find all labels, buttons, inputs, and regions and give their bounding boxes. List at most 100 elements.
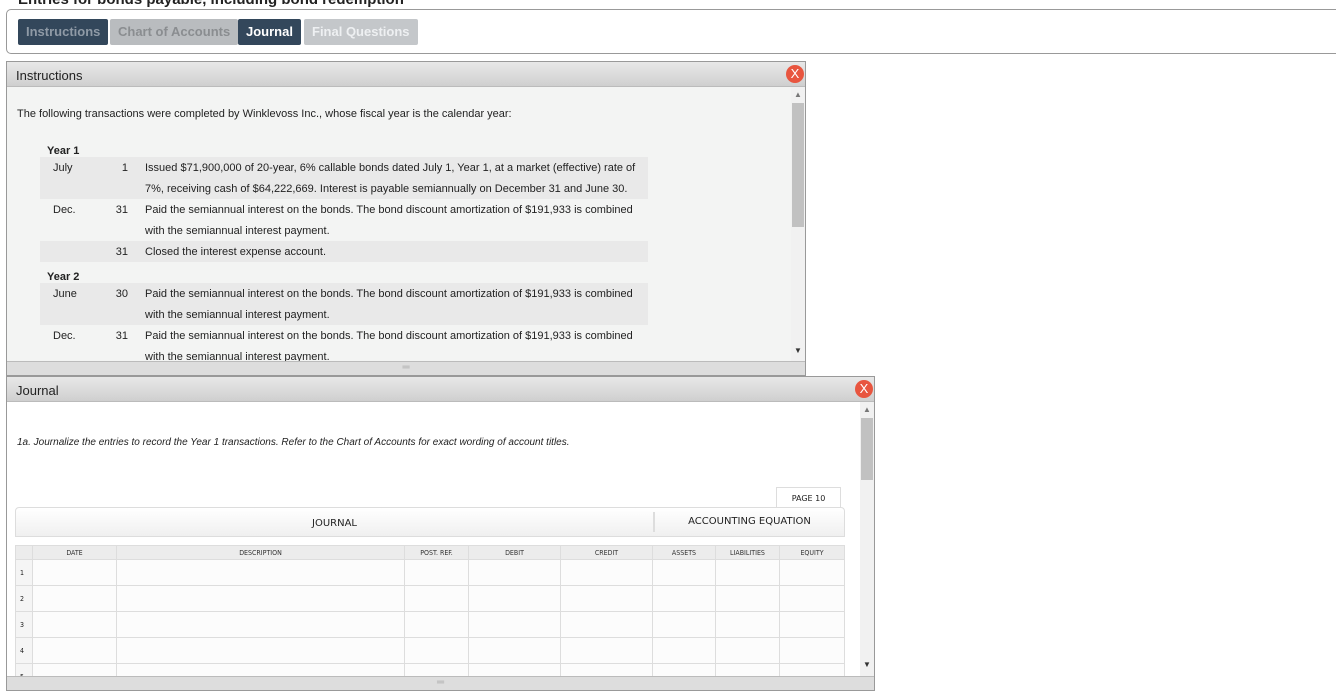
resize-handle[interactable]: ═ [7, 361, 805, 375]
cell-assets[interactable] [652, 585, 716, 612]
scroll-up-icon[interactable]: ▲ [863, 405, 871, 414]
column-header: DESCRIPTION [116, 545, 405, 560]
description: Paid the semiannual interest on the bond… [145, 204, 633, 216]
cell-equity[interactable] [779, 559, 845, 586]
page-number: PAGE 10 [776, 487, 841, 508]
cell-description[interactable] [116, 637, 405, 664]
day: 31 [115, 246, 128, 258]
cell-assets[interactable] [652, 637, 716, 664]
cell-assets[interactable] [652, 611, 716, 638]
cell-liabilities[interactable] [715, 585, 780, 612]
cell-assets[interactable] [652, 559, 716, 586]
transaction-line: July 1 Issued $71,900,000 of 20-year, 6% c… [40, 157, 648, 178]
cell-description[interactable] [116, 663, 405, 676]
close-icon[interactable]: X [855, 380, 873, 398]
column-header: DEBIT [468, 545, 561, 560]
journal-table: DATE DESCRIPTION POST. REF. DEBIT CREDIT ASSE… [15, 545, 845, 676]
transaction-line: 7%, receiving cash of $64,222,669. Inter… [40, 178, 648, 199]
cell-post-ref[interactable] [404, 585, 469, 612]
day: 31 [115, 330, 128, 342]
cell-debit[interactable] [468, 663, 561, 676]
cell-credit[interactable] [560, 663, 653, 676]
description: Closed the interest expense account. [145, 246, 327, 258]
cell-liabilities[interactable] [715, 663, 780, 676]
cell-credit[interactable] [560, 585, 653, 612]
transaction-line: June 30 Paid the semiannual interest on th… [40, 283, 648, 304]
cell-post-ref[interactable] [404, 559, 469, 586]
cell-post-ref[interactable] [404, 637, 469, 664]
month: June [53, 288, 77, 300]
cell-assets[interactable] [652, 663, 716, 676]
cell-description[interactable] [116, 611, 405, 638]
cell-description[interactable] [116, 585, 405, 612]
tab-journal[interactable]: Journal [238, 19, 301, 45]
cell-debit[interactable] [468, 559, 561, 586]
cell-debit[interactable] [468, 611, 561, 638]
cell-debit[interactable] [468, 585, 561, 612]
cell-equity[interactable] [779, 663, 845, 676]
cell-liabilities[interactable] [715, 611, 780, 638]
scroll-thumb[interactable] [861, 418, 873, 480]
cell-date[interactable] [32, 611, 117, 638]
year-heading: Year 1 [47, 145, 80, 157]
day: 30 [115, 288, 128, 300]
cell-date[interactable] [32, 559, 117, 586]
cell-description[interactable] [116, 559, 405, 586]
cell-liabilities[interactable] [715, 559, 780, 586]
tab-final-questions[interactable]: Final Questions [304, 19, 418, 45]
journal-prompt: 1a. Journalize the entries to record the… [17, 437, 570, 448]
table-row: 5 [15, 663, 845, 676]
cell-date[interactable] [32, 637, 117, 664]
tab-instructions[interactable]: Instructions [18, 19, 109, 45]
cell-credit[interactable] [560, 611, 653, 638]
transaction-line: Dec. 31 Paid the semiannual interest on th… [40, 325, 648, 346]
scrollbar[interactable]: ▲ ▼ [860, 402, 874, 676]
year-heading: Year 2 [47, 271, 80, 283]
cell-credit[interactable] [560, 559, 653, 586]
column-header: POST. REF. [404, 545, 469, 560]
cell-date[interactable] [32, 585, 117, 612]
close-icon[interactable]: X [786, 65, 804, 83]
description: with the semiannual interest payment. [145, 309, 330, 321]
column-header: DATE [32, 545, 117, 560]
transaction-line: with the semiannual interest payment. [40, 346, 648, 362]
row-number: 4 [15, 637, 33, 664]
table-row: 4 [15, 637, 845, 664]
description: Paid the semiannual interest on the bond… [145, 288, 633, 300]
cell-credit[interactable] [560, 637, 653, 664]
cell-liabilities[interactable] [715, 637, 780, 664]
cell-equity[interactable] [779, 585, 845, 612]
scrollbar[interactable]: ▲ ▼ [791, 87, 805, 362]
transaction-line: with the semiannual interest payment. [40, 304, 648, 325]
row-number: 2 [15, 585, 33, 612]
resize-handle[interactable]: ═ [7, 676, 874, 690]
transaction-line: with the semiannual interest payment. [40, 220, 648, 241]
row-number: 3 [15, 611, 33, 638]
accounting-equation-header: ACCOUNTING EQUATION [653, 512, 844, 532]
month: Dec. [53, 204, 76, 216]
scroll-down-icon[interactable]: ▼ [794, 346, 802, 355]
scroll-down-icon[interactable]: ▼ [863, 660, 871, 669]
cell-equity[interactable] [779, 637, 845, 664]
tab-chart-of-accounts[interactable]: Chart of Accounts [110, 19, 239, 45]
intro-text: The following transactions were complete… [17, 108, 512, 120]
transaction-line: 31 Closed the interest expense account. [40, 241, 648, 262]
cell-post-ref[interactable] [404, 663, 469, 676]
cell-equity[interactable] [779, 611, 845, 638]
instructions-title: Instructions [7, 62, 805, 87]
scroll-up-icon[interactable]: ▲ [794, 90, 802, 99]
row-number: 5 [15, 663, 33, 676]
table-row: 1 [15, 559, 845, 586]
description: 7%, receiving cash of $64,222,669. Inter… [145, 183, 628, 195]
day: 1 [121, 162, 128, 174]
page-title: Entries for bonds payable, including bon… [18, 0, 404, 8]
column-header: CREDIT [560, 545, 653, 560]
journal-title: Journal [7, 377, 874, 402]
cell-date[interactable] [32, 663, 117, 676]
scroll-thumb[interactable] [792, 103, 804, 227]
cell-post-ref[interactable] [404, 611, 469, 638]
month: Dec. [53, 330, 76, 342]
cell-debit[interactable] [468, 637, 561, 664]
tab-bar: Instructions Chart of Accounts Journal F… [6, 9, 1336, 54]
instructions-panel: Instructions X ▲ ▼ The following transac… [6, 61, 806, 376]
